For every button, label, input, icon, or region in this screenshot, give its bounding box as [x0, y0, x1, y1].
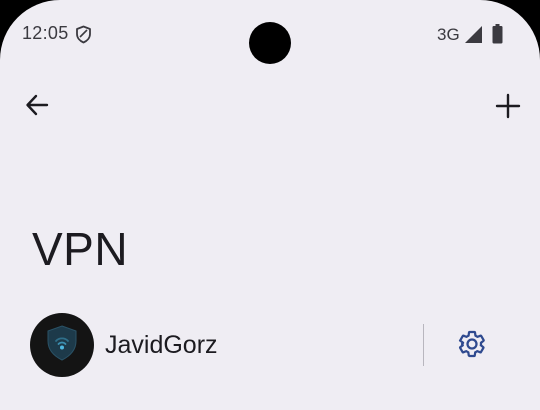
status-time: 12:05 [22, 23, 69, 43]
avatar [30, 313, 94, 377]
signal-icon [465, 26, 483, 43]
gear-icon [457, 329, 487, 364]
back-button[interactable] [20, 90, 54, 124]
network-type-label: 3G [437, 25, 460, 44]
add-vpn-button[interactable] [490, 90, 526, 126]
vpn-profile-name: JavidGorz [105, 330, 218, 359]
status-bar: 12:05 3G [0, 0, 540, 70]
vpn-settings-button[interactable] [452, 326, 492, 366]
vpn-profile-item[interactable]: JavidGorz [30, 312, 410, 378]
vpn-shield-icon [45, 324, 79, 367]
list-item: JavidGorz [0, 310, 540, 386]
page-title: VPN [32, 223, 129, 275]
screen: 12:05 3G VPN JavidGorz [0, 0, 540, 410]
battery-icon [492, 24, 503, 44]
plus-icon [495, 93, 521, 124]
shield-icon [75, 25, 92, 44]
arrow-left-icon [24, 92, 50, 123]
divider [423, 324, 424, 366]
camera-cutout [249, 22, 291, 64]
